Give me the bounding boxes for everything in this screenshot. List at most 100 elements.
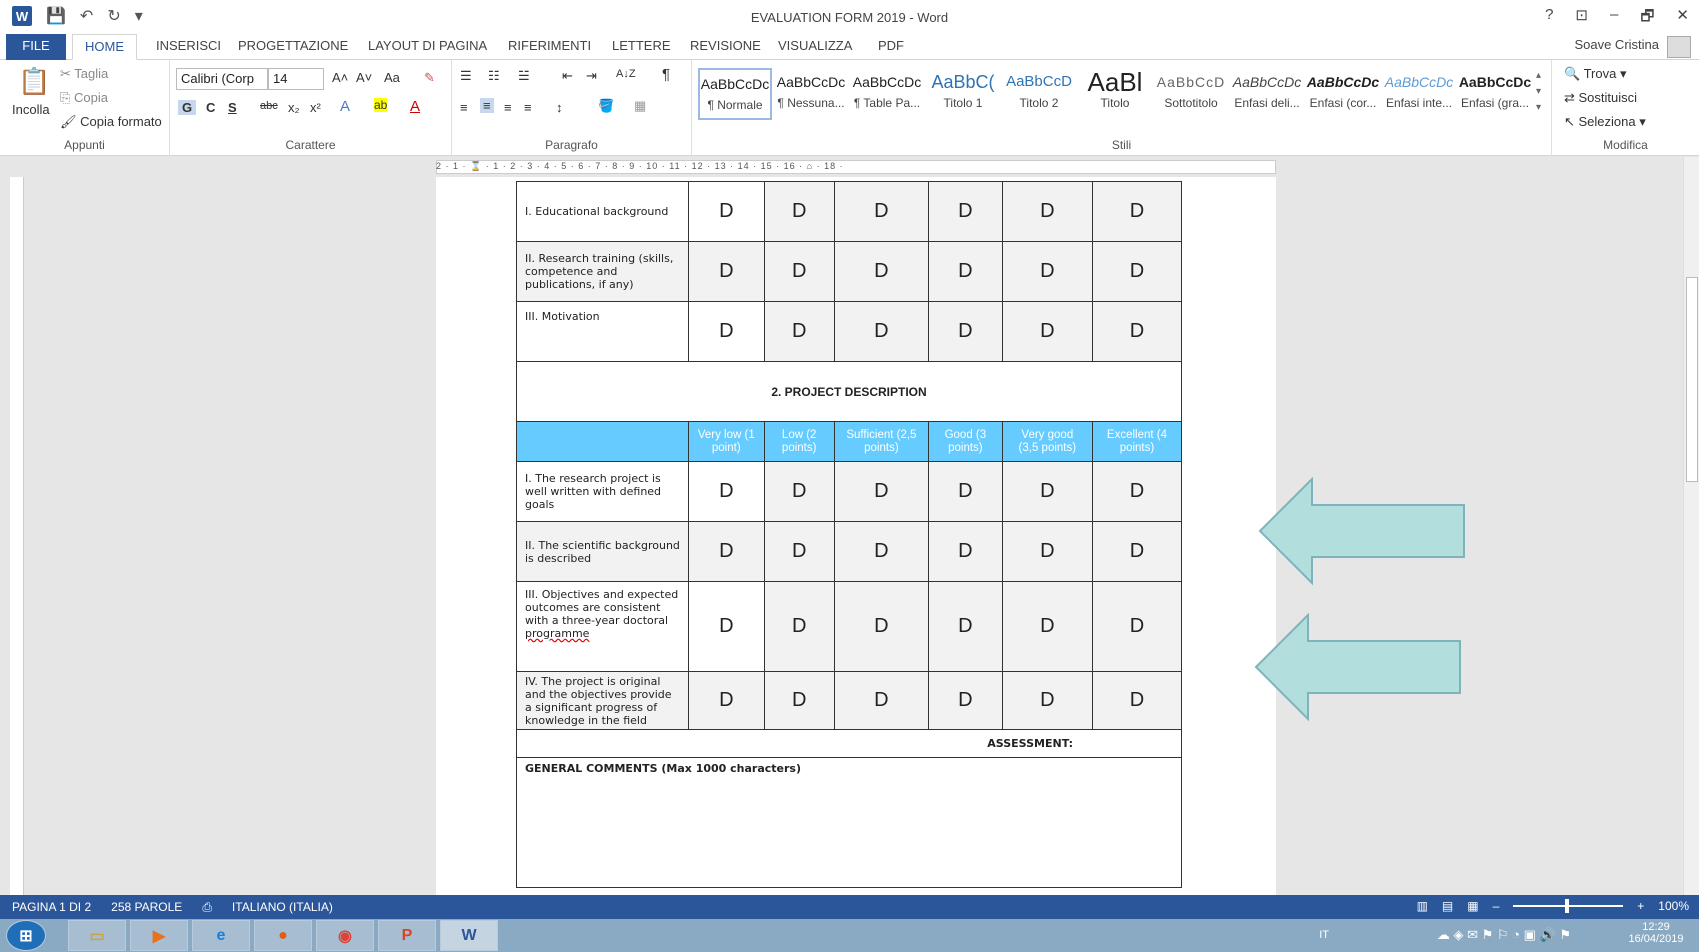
rating-mark[interactable]: D	[763, 241, 835, 302]
tab-inserisci[interactable]: INSERISCI	[144, 34, 233, 60]
rating-mark[interactable]: D	[1091, 581, 1183, 672]
rating-mark[interactable]: D	[833, 671, 930, 730]
scale-header[interactable]: Very low (1 point)	[688, 421, 765, 462]
rating-mark[interactable]: D	[928, 241, 1003, 302]
general-comments-label[interactable]: GENERAL COMMENTS (Max 1000 characters)	[516, 757, 1182, 888]
rating-mark[interactable]: D	[1001, 461, 1093, 522]
rating-mark[interactable]: D	[833, 521, 930, 582]
rating-mark[interactable]: D	[688, 181, 765, 242]
subscript-button[interactable]: x₂	[288, 100, 300, 115]
tab-visualizza[interactable]: VISUALIZZA	[766, 34, 864, 60]
style-titolo-2[interactable]: AaBbCcD Titolo 2	[1002, 68, 1076, 120]
rating-mark[interactable]: D	[928, 671, 1003, 730]
tab-layout[interactable]: LAYOUT DI PAGINA	[356, 34, 499, 60]
ribbon-display-button[interactable]: ⊡	[1575, 6, 1588, 31]
decrease-indent-icon[interactable]: ⇤	[562, 68, 573, 84]
document-area[interactable]: I. Educational background D D D D D D II…	[26, 177, 1685, 895]
rating-mark[interactable]: D	[1091, 521, 1183, 582]
rating-mark[interactable]: D	[833, 461, 930, 522]
sort-button[interactable]: A↓Z	[616, 68, 636, 80]
rating-mark[interactable]: D	[1001, 671, 1093, 730]
scale-header[interactable]: Excellent (4 points)	[1091, 421, 1183, 462]
criterion-label[interactable]: I. Educational background	[516, 181, 689, 242]
print-layout-icon[interactable]: ▤	[1442, 899, 1453, 913]
rating-mark[interactable]: D	[833, 181, 930, 242]
rating-mark[interactable]: D	[763, 461, 835, 522]
bold-button[interactable]: G	[178, 100, 197, 115]
cut-button[interactable]: ✂ Taglia	[60, 66, 108, 82]
criterion-label[interactable]: II. Research training (skills, competenc…	[516, 241, 689, 302]
style-table-paragraph[interactable]: AaBbCcDc ¶ Table Pa...	[850, 68, 924, 120]
scale-header[interactable]: Very good (3,5 points)	[1001, 421, 1093, 462]
rating-mark[interactable]: D	[928, 301, 1003, 362]
start-button[interactable]: ⊞	[6, 920, 46, 951]
avatar[interactable]	[1667, 36, 1691, 58]
zoom-in-icon[interactable]: +	[1637, 899, 1644, 913]
rating-mark[interactable]: D	[688, 581, 765, 672]
select-button[interactable]: ↖ Seleziona ▾	[1564, 114, 1646, 130]
rating-mark[interactable]: D	[1001, 241, 1093, 302]
proofing-icon[interactable]: ⎙	[202, 900, 212, 915]
format-painter-button[interactable]: 🖌 Copia formato	[60, 114, 162, 130]
criterion-label[interactable]: II. The scientific background is describ…	[516, 521, 689, 582]
strike-button[interactable]: abc	[260, 100, 278, 112]
spelling-error[interactable]: programme	[525, 627, 589, 640]
web-layout-icon[interactable]: ▦	[1467, 899, 1478, 913]
clock[interactable]: 12:29 16/04/2019	[1621, 921, 1691, 945]
borders-icon[interactable]: ▦	[634, 98, 646, 114]
style-sottotitolo[interactable]: AaBbCcD Sottotitolo	[1154, 68, 1228, 120]
criterion-label[interactable]: I. The research project is well written …	[516, 461, 689, 522]
tab-riferimenti[interactable]: RIFERIMENTI	[496, 34, 603, 60]
text-effects-icon[interactable]: A	[340, 98, 350, 115]
superscript-button[interactable]: x²	[310, 100, 321, 115]
internet-explorer-icon[interactable]: e	[192, 920, 250, 951]
help-button[interactable]: ?	[1545, 6, 1553, 31]
rating-mark[interactable]: D	[688, 301, 765, 362]
scale-header[interactable]: Good (3 points)	[928, 421, 1003, 462]
numbering-icon[interactable]: ☷	[488, 68, 500, 84]
section-title[interactable]: 2. PROJECT DESCRIPTION	[516, 361, 1182, 422]
styles-scroll-icon[interactable]: ▴ ▾ ▾	[1536, 68, 1541, 116]
scrollbar-thumb[interactable]	[1686, 277, 1698, 482]
align-left-icon[interactable]: ≡	[460, 100, 468, 115]
scale-header[interactable]: Low (2 points)	[763, 421, 835, 462]
rating-mark[interactable]: D	[833, 241, 930, 302]
grow-font-button[interactable]: A˄	[332, 70, 348, 85]
rating-mark[interactable]: D	[1001, 181, 1093, 242]
page-count[interactable]: PAGINA 1 DI 2	[12, 900, 91, 915]
rating-mark[interactable]: D	[688, 241, 765, 302]
rating-mark[interactable]: D	[763, 521, 835, 582]
vertical-scrollbar[interactable]	[1683, 157, 1699, 895]
rating-mark[interactable]: D	[688, 521, 765, 582]
zoom-slider[interactable]	[1513, 899, 1624, 913]
assessment-label[interactable]: ASSESSMENT:	[516, 729, 1182, 758]
copy-button[interactable]: ⎘ Copia	[60, 90, 108, 106]
zoom-level[interactable]: 100%	[1658, 899, 1689, 913]
rating-mark[interactable]: D	[833, 301, 930, 362]
firefox-icon[interactable]: ●	[254, 920, 312, 951]
rating-mark[interactable]: D	[1001, 581, 1093, 672]
paste-icon[interactable]: 📋	[18, 66, 50, 97]
replace-button[interactable]: ⇄ Sostituisci	[1564, 90, 1637, 106]
clear-format-icon[interactable]: ✎	[424, 70, 435, 86]
scale-header[interactable]: Sufficient (2,5 points)	[833, 421, 930, 462]
rating-mark[interactable]: D	[688, 461, 765, 522]
left-arrow-shape-1[interactable]	[1258, 477, 1468, 585]
style-normale[interactable]: AaBbCcDc ¶ Normale	[698, 68, 772, 120]
style-enfasi-grassetto[interactable]: AaBbCcDc Enfasi (gra...	[1458, 68, 1532, 120]
rating-mark[interactable]: D	[833, 581, 930, 672]
rating-mark[interactable]: D	[1001, 301, 1093, 362]
style-enfasi-delicata[interactable]: AaBbCcDc Enfasi deli...	[1230, 68, 1304, 120]
style-titolo-1[interactable]: AaBbC(Titolo 1	[926, 68, 1000, 120]
font-color-icon[interactable]: A	[410, 98, 420, 115]
rating-mark[interactable]: D	[763, 301, 835, 362]
font-size-select[interactable]: 14	[268, 68, 324, 90]
rating-mark[interactable]: D	[763, 181, 835, 242]
font-family-select[interactable]: Calibri (Corp	[176, 68, 268, 90]
word-taskbar-icon[interactable]: W	[440, 920, 498, 951]
align-right-icon[interactable]: ≡	[504, 100, 512, 115]
increase-indent-icon[interactable]: ⇥	[586, 68, 597, 84]
multilevel-icon[interactable]: ☱	[518, 68, 530, 84]
rating-mark[interactable]: D	[1091, 301, 1183, 362]
style-enfasi-intensa[interactable]: AaBbCcDc Enfasi inte...	[1382, 68, 1456, 120]
